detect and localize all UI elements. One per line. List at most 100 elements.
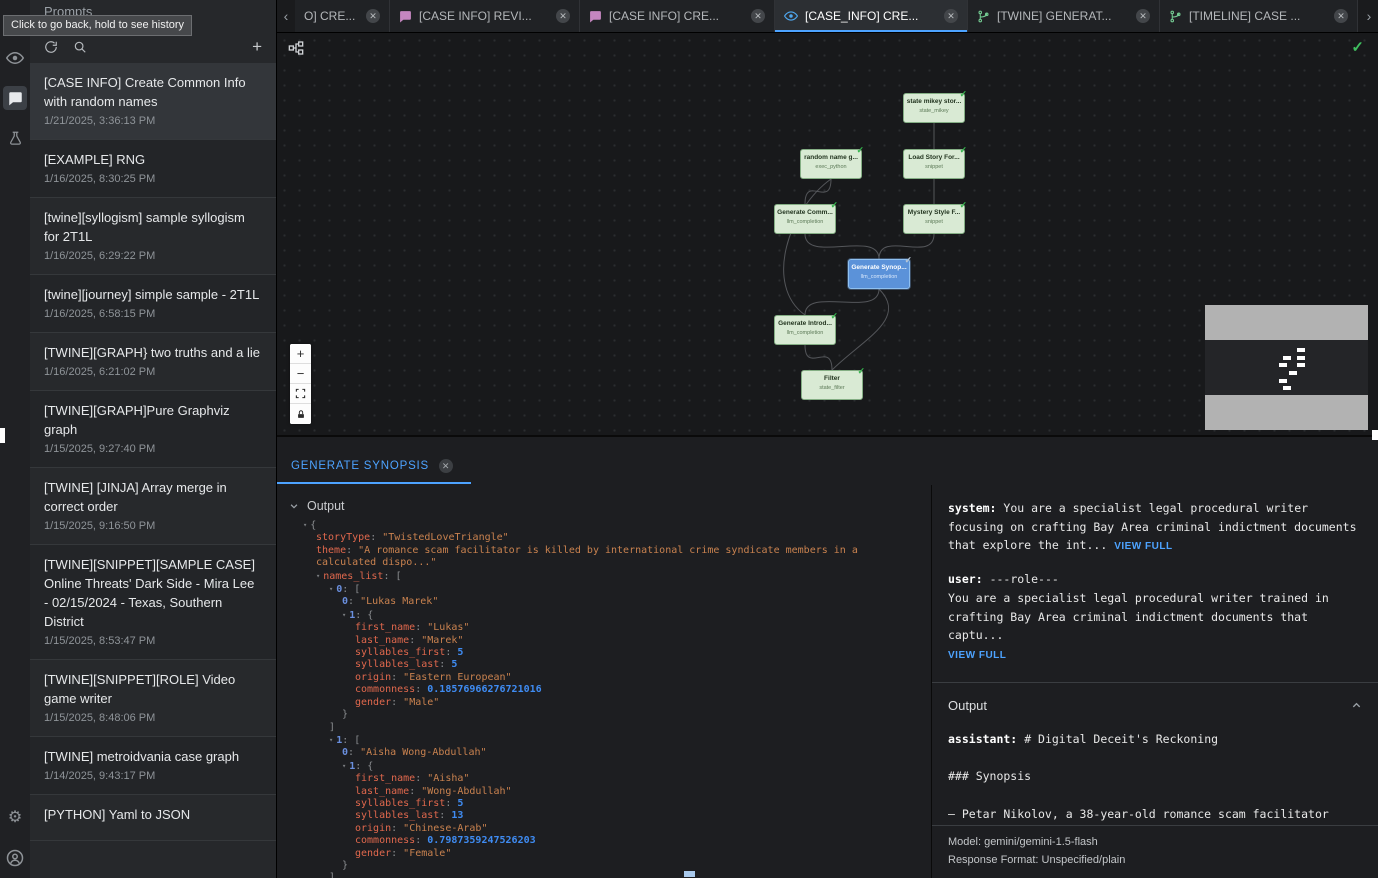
system-view-full-link[interactable]: VIEW FULL xyxy=(1114,541,1172,552)
node-success-check-icon: ✓ xyxy=(830,200,838,211)
collapse-caret-icon[interactable]: ▾ xyxy=(316,572,320,580)
minimap-node xyxy=(1297,356,1305,360)
tab-generate-synopsis[interactable]: GENERATE SYNOPSIS ✕ xyxy=(277,450,471,484)
prompt-title: [twine][syllogism] sample syllogism for … xyxy=(44,208,262,246)
editor-tab[interactable]: [CASE_INFO] CRE...✕ xyxy=(775,0,968,32)
flow-node-mystery-style[interactable]: Mystery Style F...snippet✓ xyxy=(903,204,965,234)
prompt-title: [TWINE][SNIPPET][ROLE] Video game writer xyxy=(44,670,262,708)
editor-tab[interactable]: [TIMELINE] CASE ... ✕ xyxy=(1160,0,1358,32)
flow-node-generate-synopsis[interactable]: Generate Synop...llm_completion✓ xyxy=(848,259,910,289)
prompt-list-item[interactable]: [TWINE][SNIPPET][ROLE] Video game writer… xyxy=(30,660,276,737)
flow-canvas[interactable]: state mikey stor... state_mikey ✓ random na… xyxy=(277,33,1378,435)
tab-scroll-right-icon[interactable]: › xyxy=(1360,0,1378,32)
json-line: gender: "Male" xyxy=(303,697,890,709)
node-subtitle: snippet xyxy=(904,164,964,171)
system-role-label: system: xyxy=(948,501,996,515)
flow-node-generate-common[interactable]: Generate Comm...llm_completion✓ xyxy=(774,204,836,234)
node-subtitle: llm_completion xyxy=(775,330,835,337)
collapse-caret-icon[interactable]: ▾ xyxy=(329,585,333,593)
messages-pane: system: You are a specialist legal proce… xyxy=(931,485,1378,878)
tab-strip: O] CRE...✕[CASE INFO] REVI...✕[CASE INFO… xyxy=(295,0,1360,32)
node-success-check-icon: ✓ xyxy=(904,255,912,266)
prompt-list-item[interactable]: [TWINE][GRAPH} two truths and a lie1/16/… xyxy=(30,333,276,391)
prompts-icon[interactable] xyxy=(3,86,27,110)
prompt-list-item[interactable]: [twine][syllogism] sample syllogism for … xyxy=(30,198,276,275)
editor-tab[interactable]: O] CRE... ✕ xyxy=(295,0,390,32)
json-line: origin: "Eastern European" xyxy=(303,672,890,684)
assistant-role-label: assistant: xyxy=(948,732,1017,746)
prompt-list-item[interactable]: [EXAMPLE] RNG1/16/2025, 8:30:25 PM xyxy=(30,140,276,198)
prompt-title: [CASE INFO] Create Common Info with rand… xyxy=(44,73,262,111)
tab-label: [TIMELINE] CASE ... xyxy=(1189,9,1300,23)
right-output-header[interactable]: Output xyxy=(932,682,1378,716)
node-title: state mikey stor... xyxy=(904,98,964,106)
close-tab-icon[interactable]: ✕ xyxy=(1136,9,1150,23)
eye-icon[interactable] xyxy=(3,46,27,70)
prompt-list-item[interactable]: [TWINE] [JINJA] Array merge in correct o… xyxy=(30,468,276,545)
editor-tab[interactable]: [CASE INFO] CRE...✕ xyxy=(580,0,775,32)
close-tab-icon[interactable]: ✕ xyxy=(1334,9,1348,23)
prompt-list-item[interactable]: [CASE INFO] Create Common Info with rand… xyxy=(30,63,276,140)
flow-node-load-story[interactable]: Load Story For...snippet✓ xyxy=(903,149,965,179)
flow-node-filter[interactable]: Filterstate_filter✓ xyxy=(801,370,863,400)
close-tab-icon[interactable]: ✕ xyxy=(556,9,570,23)
json-line: commonness: 0.18576966276721016 xyxy=(303,684,890,696)
minimap[interactable] xyxy=(1205,305,1368,430)
close-tab-icon[interactable]: ✕ xyxy=(751,9,765,23)
lock-button[interactable] xyxy=(290,404,311,424)
bottom-tab-bar: GENERATE SYNOPSIS ✕ xyxy=(277,450,471,484)
editor-tab-bar: ‹ O] CRE...✕[CASE INFO] REVI...✕[CASE IN… xyxy=(277,0,1378,33)
tab-label: [CASE INFO] REVI... xyxy=(419,9,532,23)
prompt-list-item[interactable]: [TWINE][GRAPH]Pure Graphviz graph1/15/20… xyxy=(30,391,276,468)
search-icon[interactable] xyxy=(73,40,87,54)
close-tab-icon[interactable]: ✕ xyxy=(366,9,380,23)
user-view-full-link[interactable]: VIEW FULL xyxy=(948,648,1006,664)
flow-node-state-mikey[interactable]: state mikey stor...state_mikey✓ xyxy=(903,93,965,123)
editor-tab[interactable]: [CASE INFO] REVI... ✕ xyxy=(390,0,580,32)
collapse-caret-icon[interactable]: ▾ xyxy=(342,762,346,770)
node-subtitle: snippet xyxy=(904,219,964,226)
flow-node-generate-introduction[interactable]: Generate Introd...llm_completion✓ xyxy=(774,315,836,345)
close-tab-icon[interactable]: ✕ xyxy=(439,459,453,473)
prompt-list-item[interactable]: [twine][journey] simple sample - 2T1L1/1… xyxy=(30,275,276,333)
chevron-up-icon[interactable] xyxy=(1351,700,1362,711)
close-tab-icon[interactable]: ✕ xyxy=(944,9,958,23)
fit-view-button[interactable] xyxy=(290,384,311,404)
json-line: origin: "Chinese-Arab" xyxy=(303,823,890,835)
json-line: theme: "A romance scam facilitator is ki… xyxy=(303,545,890,557)
prompt-list-item[interactable]: [TWINE] metroidvania case graph1/14/2025… xyxy=(30,737,276,795)
json-line: first_name: "Lukas" xyxy=(303,622,890,634)
json-line: } xyxy=(303,860,890,872)
gear-icon[interactable]: ⚙ xyxy=(3,806,27,830)
user-text: ---role--- You are a specialist legal pr… xyxy=(948,572,1336,642)
editor-tab[interactable]: [TWINE] GENERAT...✕ xyxy=(968,0,1160,32)
account-icon[interactable] xyxy=(3,846,27,870)
json-line: ▾1: { xyxy=(303,609,890,622)
prompt-title: [TWINE] metroidvania case graph xyxy=(44,747,262,766)
node-subtitle: state_mikey xyxy=(904,108,964,115)
collapse-caret-icon[interactable]: ▾ xyxy=(303,521,307,529)
response-format-line: Response Format: Unspecified/plain xyxy=(948,851,1362,869)
tab-scroll-left-icon[interactable]: ‹ xyxy=(277,0,295,32)
auto-layout-icon[interactable] xyxy=(288,40,304,56)
prompt-date: 1/16/2025, 6:29:22 PM xyxy=(44,250,262,262)
prompts-toolbar: + xyxy=(30,33,276,61)
zoom-out-button[interactable]: − xyxy=(290,364,311,384)
collapse-caret-icon[interactable]: ▾ xyxy=(329,736,333,744)
flow-node-random-name[interactable]: random name g...exec_python✓ xyxy=(800,149,862,179)
prompt-list: [CASE INFO] Create Common Info with rand… xyxy=(30,63,276,878)
saved-check-icon: ✓ xyxy=(1351,38,1364,56)
add-prompt-button[interactable]: + xyxy=(252,37,262,57)
prompt-list-item[interactable]: [TWINE][SNIPPET][SAMPLE CASE] Online Thr… xyxy=(30,545,276,660)
minimap-node xyxy=(1279,379,1287,383)
tab-label: O] CRE... xyxy=(304,9,355,23)
assistant-text: # Digital Deceit's Reckoning ### Synopsi… xyxy=(948,732,1336,839)
selection-handle-left xyxy=(0,428,5,443)
flask-icon[interactable] xyxy=(3,126,27,150)
right-output-label: Output xyxy=(948,695,987,716)
prompt-list-item[interactable]: [PYTHON] Yaml to JSON xyxy=(30,795,276,841)
collapse-caret-icon[interactable]: ▾ xyxy=(342,611,346,619)
refresh-icon[interactable] xyxy=(44,40,58,54)
zoom-in-button[interactable]: + xyxy=(290,344,311,364)
output-section-header[interactable]: Output xyxy=(277,485,930,519)
